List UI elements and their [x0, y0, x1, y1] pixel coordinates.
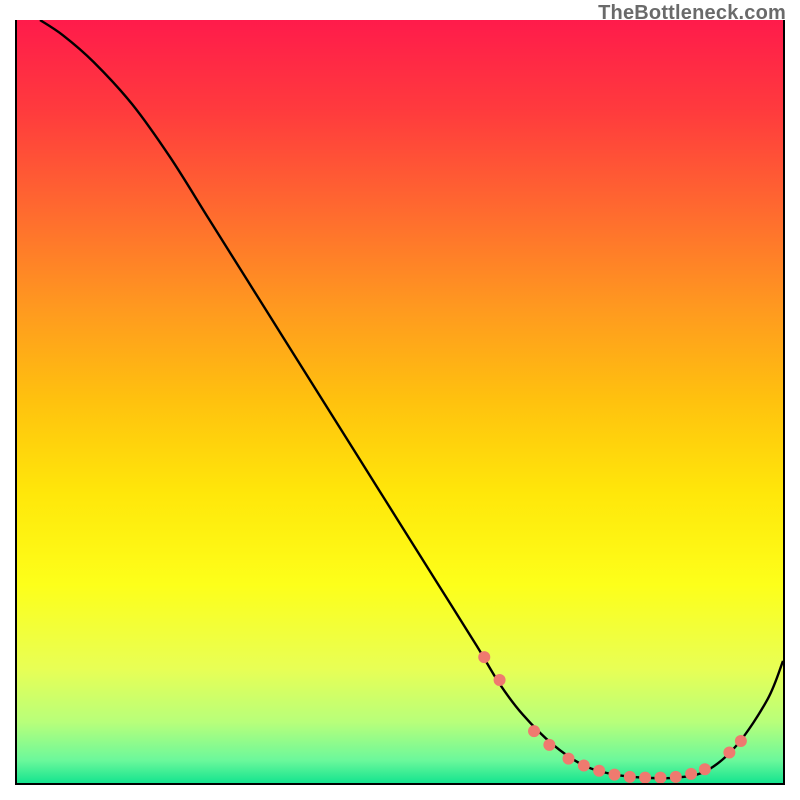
plot-area	[15, 20, 785, 785]
background-gradient	[17, 20, 783, 783]
marker-dot	[593, 765, 605, 777]
plot-svg	[17, 20, 783, 783]
marker-dot	[528, 725, 540, 737]
marker-dot	[624, 771, 636, 783]
marker-dot	[685, 768, 697, 780]
marker-dot	[735, 735, 747, 747]
marker-dot	[478, 651, 490, 663]
marker-dot	[543, 739, 555, 751]
marker-dot	[670, 771, 682, 783]
marker-dot	[563, 753, 575, 765]
chart-container: TheBottleneck.com	[0, 0, 800, 800]
marker-dot	[494, 674, 506, 686]
marker-dot	[699, 763, 711, 775]
marker-dot	[608, 769, 620, 781]
marker-dot	[578, 759, 590, 771]
marker-dot	[723, 746, 735, 758]
